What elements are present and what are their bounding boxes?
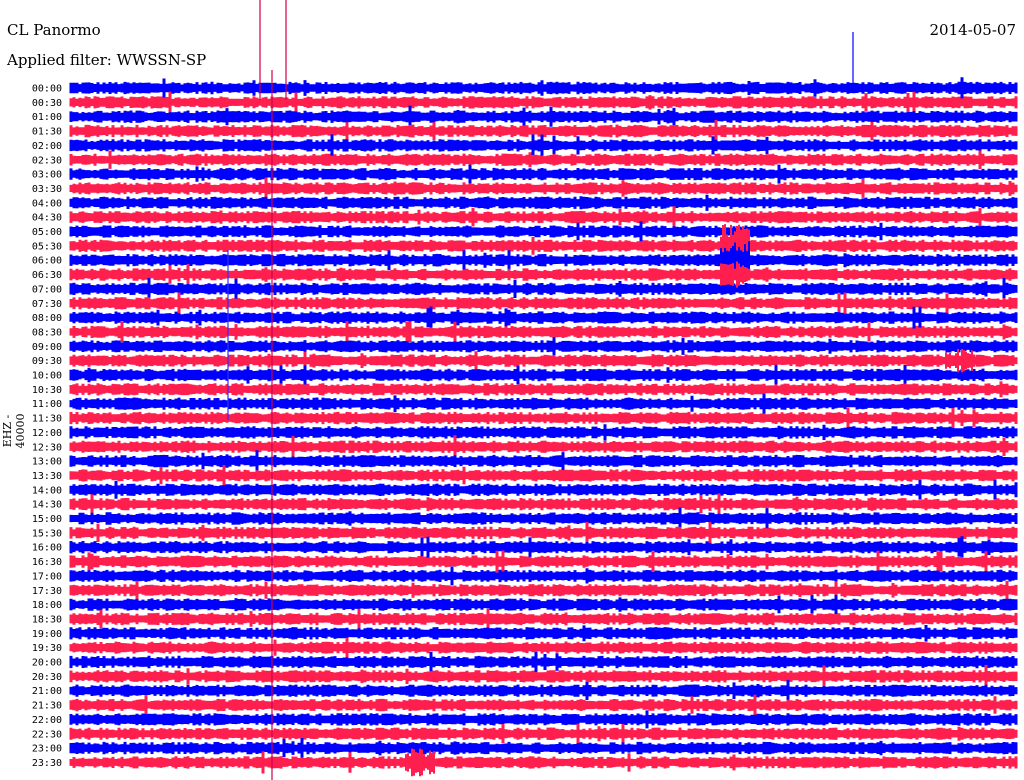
trace-row [69,710,1018,729]
row-tick-label: 06:30 [32,270,62,281]
row-tick-label: 02:30 [32,155,62,166]
trace-row [69,493,1018,515]
trace-row [69,393,1018,414]
trace-row [69,651,1018,673]
trace-row [69,625,1018,642]
row-tick-label: 04:30 [32,213,62,224]
trace-row [69,536,1018,559]
row-tick-label: 20:30 [32,672,62,683]
trace-row [69,407,1018,429]
trace-row [69,566,1018,586]
trace-row [69,77,1018,99]
trace-row [69,435,1018,458]
row-tick-label: 23:00 [32,744,62,755]
row-tick-label: 19:00 [32,629,62,640]
trace-row [69,465,1018,486]
trace-row [69,521,1018,544]
row-tick-label: 15:00 [32,514,62,525]
row-tick-label: 17:00 [32,571,62,582]
trace-row [69,221,1018,242]
row-tick-label: 17:30 [32,586,62,597]
row-tick-label: 16:30 [32,557,62,568]
trace-row [69,550,1018,573]
row-tick-label: 01:30 [32,127,62,138]
row-tick-label: 08:00 [32,313,62,324]
trace-row [69,277,1018,300]
row-tick-label: 08:30 [32,327,62,338]
row-tick-label: 16:00 [32,543,62,554]
row-tick-label: 06:00 [32,256,62,267]
trace-row [69,206,1018,228]
row-tick-label: 09:30 [32,356,62,367]
trace-row [69,424,1018,441]
trace-row [69,679,1018,702]
helicorder-plot: 00:00 00:30 01:00 01:30 02:00 02:30 03:00 03:30… [32,0,1018,780]
trace-row [69,164,1018,184]
row-tick-label: 02:00 [32,141,62,152]
row-tick-label: 12:30 [32,442,62,453]
row-tick-label: 11:30 [32,414,62,425]
trace-row [69,194,1018,211]
row-tick-label: 21:00 [32,686,62,697]
trace-row [69,594,1018,615]
trace-row [69,608,1018,630]
row-tick-label: 19:30 [32,643,62,654]
row-tick-label: 03:30 [32,184,62,195]
trace-row [69,134,1018,157]
trace-row [69,507,1018,530]
row-tick-label: 00:00 [32,84,62,95]
row-tick-label: 10:00 [32,371,62,382]
row-tick-label: 07:00 [32,284,62,295]
trace-row [69,450,1018,472]
row-tick-label: 22:30 [32,729,62,740]
trace-row [69,381,1018,398]
trace-row [69,177,1018,200]
trace-row [69,364,1018,386]
row-tick-label: 05:00 [32,227,62,238]
trace-row [69,351,1018,370]
row-tick-label: 14:00 [32,485,62,496]
row-tick-label: 20:00 [32,658,62,669]
row-tick-label: 10:30 [32,385,62,396]
row-tick-label: 22:00 [32,715,62,726]
trace-row [69,751,1018,774]
trace-row [69,723,1018,744]
trace-row [69,694,1018,716]
trace-row [69,580,1018,600]
trace-row [69,336,1018,356]
row-tick-label: 13:00 [32,457,62,468]
row-tick-labels: 00:00 00:30 01:00 01:30 02:00 02:30 03:00 03:30… [32,84,62,769]
row-tick-label: 18:30 [32,614,62,625]
row-tick-label: 14:30 [32,500,62,511]
row-tick-label: 11:00 [32,399,62,410]
row-tick-label: 12:00 [32,428,62,439]
row-tick-label: 00:30 [32,98,62,109]
row-tick-label: 09:00 [32,342,62,353]
trace-row [69,479,1018,500]
row-tick-label: 21:30 [32,701,62,712]
row-tick-label: 04:00 [32,198,62,209]
row-tick-label: 07:30 [32,299,62,310]
trace-row [69,236,1018,255]
trace-row [69,321,1018,343]
trace-row [69,250,1018,271]
row-tick-label: 15:30 [32,528,62,539]
row-tick-label: 23:30 [32,758,62,769]
trace-row [69,737,1018,759]
row-tick-label: 18:00 [32,600,62,611]
row-tick-label: 13:30 [32,471,62,482]
trace-row [69,105,1018,128]
row-tick-label: 05:30 [32,241,62,252]
row-tick-label: 01:00 [32,112,62,123]
row-tick-label: 03:00 [32,170,62,181]
trace-row [69,264,1018,285]
trace-group [69,0,1018,780]
trace-row [69,306,1018,329]
trace-row [69,292,1018,314]
